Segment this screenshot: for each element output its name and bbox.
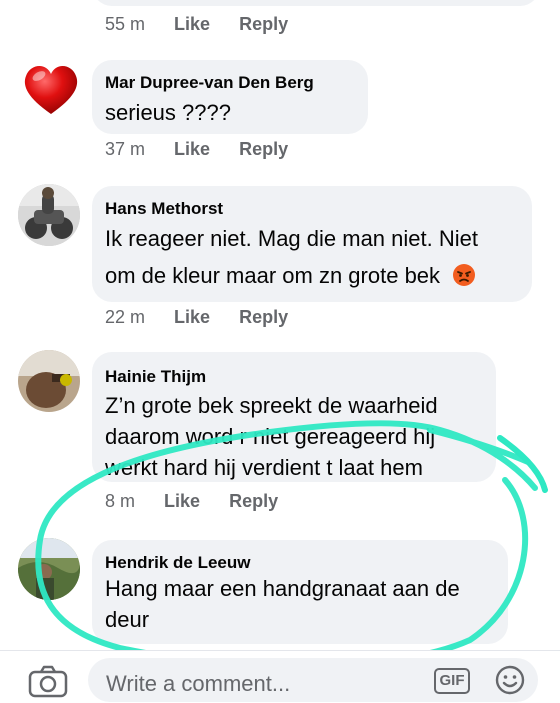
comment-author[interactable]: Hans Methorst bbox=[105, 199, 223, 219]
angry-face-icon bbox=[452, 263, 476, 296]
comment-time: 22 m bbox=[105, 307, 146, 327]
heart-icon bbox=[24, 65, 78, 114]
user-photo-icon bbox=[18, 350, 80, 412]
user-photo-icon bbox=[18, 538, 80, 600]
comment-text-line: daarom word r niet gereageerd hij bbox=[105, 424, 436, 449]
like-button[interactable]: Like bbox=[164, 491, 200, 512]
avatar-heart[interactable] bbox=[20, 58, 82, 120]
comment-text: serieus ???? bbox=[105, 100, 231, 125]
avatar[interactable] bbox=[18, 350, 80, 412]
comment-author[interactable]: Hainie Thijm bbox=[105, 367, 206, 387]
comment-meta: 37 m Like Reply bbox=[105, 139, 288, 160]
comment-meta: 55 m Like Reply bbox=[105, 14, 288, 35]
comment-time: 37 m bbox=[105, 139, 146, 159]
reply-button[interactable]: Reply bbox=[239, 139, 288, 160]
motorcycle-photo-icon bbox=[18, 184, 80, 246]
comment-text-line: Hang maar een handgranaat aan de bbox=[105, 576, 460, 601]
comment-time: 8 m bbox=[105, 491, 136, 511]
avatar[interactable] bbox=[18, 538, 80, 600]
avatar[interactable] bbox=[18, 184, 80, 246]
like-button[interactable]: Like bbox=[174, 139, 210, 160]
comment-author[interactable]: Hendrik de Leeuw bbox=[105, 553, 250, 573]
camera-icon[interactable] bbox=[28, 664, 68, 703]
comment-text-line: om de kleur maar om zn grote bek bbox=[105, 259, 476, 296]
comment-text-line: Z’n grote bek spreekt de waarheid bbox=[105, 393, 438, 418]
comment-meta: 22 m Like Reply bbox=[105, 307, 288, 328]
comment-author[interactable]: Mar Dupree-van Den Berg bbox=[105, 73, 314, 93]
emoji-icon[interactable] bbox=[494, 664, 526, 701]
like-button[interactable]: Like bbox=[174, 307, 210, 328]
comment-text-line: Ik reageer niet. Mag die man niet. Niet bbox=[105, 226, 478, 251]
gif-label: GIF bbox=[439, 672, 465, 689]
comment-bubble-cutoff bbox=[92, 0, 540, 6]
gif-button[interactable]: GIF bbox=[434, 668, 470, 694]
reply-button[interactable]: Reply bbox=[239, 14, 288, 35]
comment-time: 55 m bbox=[105, 14, 146, 34]
comment-input-placeholder: Write a comment... bbox=[106, 671, 291, 696]
comment-text-line: deur bbox=[105, 607, 150, 632]
reply-button[interactable]: Reply bbox=[229, 491, 278, 512]
comment-text-line: werkt hard hij verdient t laat hem bbox=[105, 455, 423, 480]
comment-meta: 8 m Like Reply bbox=[105, 491, 278, 512]
reply-button[interactable]: Reply bbox=[239, 307, 288, 328]
like-button[interactable]: Like bbox=[174, 14, 210, 35]
comment-text-segment: om de kleur maar om zn grote bek bbox=[105, 263, 441, 288]
